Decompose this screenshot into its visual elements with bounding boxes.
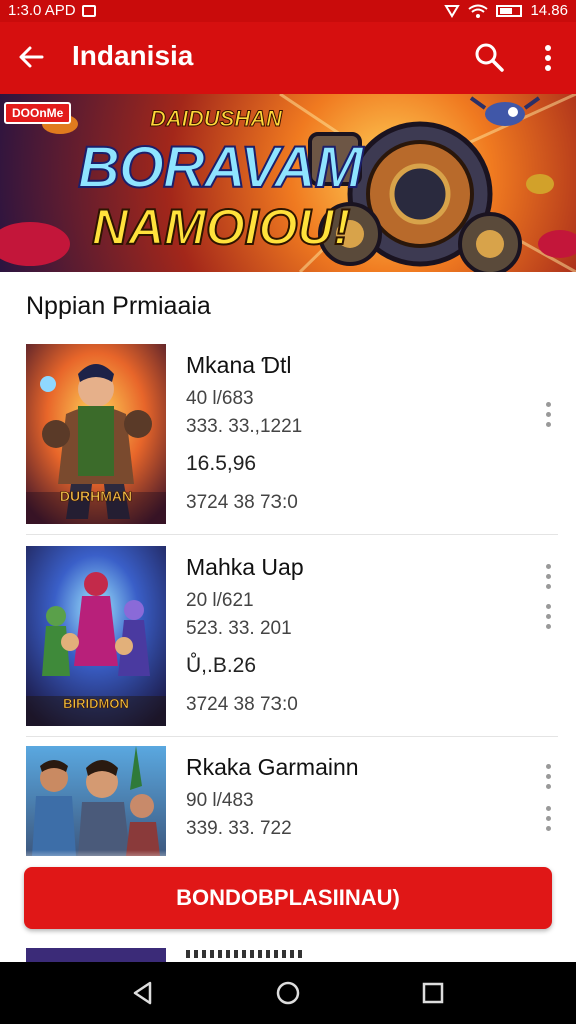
system-nav-bar xyxy=(0,962,576,1024)
divider xyxy=(26,534,558,535)
item-meta-1: 40 l/683 xyxy=(186,388,254,409)
vpn-icon xyxy=(444,4,461,18)
wifi-icon xyxy=(468,4,489,18)
item-meta-3: 16.5,96 xyxy=(186,452,257,475)
status-battery-text: 14.86 xyxy=(530,2,568,19)
item-more-icon[interactable] xyxy=(544,402,552,432)
game-thumbnail: BIRIDMON xyxy=(26,546,166,726)
item-more-icon[interactable] xyxy=(544,604,552,634)
battery-icon xyxy=(496,4,523,17)
app-bar: Indanisia xyxy=(0,22,576,94)
item-name: Mahka Uap xyxy=(186,554,304,580)
item-name: Rkaka Garmainn xyxy=(186,754,359,780)
item-meta-2: 339. 33. 722 xyxy=(186,818,292,839)
nav-back-icon[interactable] xyxy=(128,978,158,1008)
item-name: Mkana Ɗtl xyxy=(186,352,292,378)
search-icon[interactable] xyxy=(472,40,506,74)
item-meta-4: 3724 38 7З:0 xyxy=(186,694,298,715)
item-meta-4: 3724 38 7З:0 xyxy=(186,492,298,513)
page-title: Indanisia xyxy=(72,40,194,71)
banner-tag: DOOnMe xyxy=(4,102,72,124)
item-more-icon[interactable] xyxy=(544,564,552,594)
status-bar: 1:3.0 APD 14.86 xyxy=(0,0,576,22)
thumbnail-caption: DURHMAN xyxy=(59,488,133,505)
item-meta-3: Ů,.B.26 xyxy=(186,654,257,677)
item-more-icon[interactable] xyxy=(544,806,552,836)
thumbnail-caption: BIRIDMON xyxy=(63,696,129,712)
list-item[interactable]: BIRIDMON Mahka Uap 20 l/621 523. 33. 201… xyxy=(26,546,556,726)
promo-banner[interactable]: DOOnMe DAIDUSHAN BORAVAM NAMOIOU! xyxy=(0,94,576,272)
image-notification-icon xyxy=(81,4,96,17)
section-title: Nppian Prmiaaia xyxy=(26,292,211,320)
list-item[interactable]: DURHMAN Mkana Ɗtl 40 l/683 333. 33.,1221… xyxy=(26,344,556,524)
next-item-text-peek xyxy=(186,950,306,958)
status-time: 1:3.0 APD xyxy=(8,2,76,19)
game-thumbnail xyxy=(26,746,166,856)
item-meta-1: 90 l/483 xyxy=(186,790,254,811)
banner-line-3: NAMOIOU! xyxy=(91,198,351,256)
banner-line-2: BORAVAM xyxy=(77,134,364,201)
next-item-thumbnail-peek xyxy=(26,948,166,962)
item-more-icon[interactable] xyxy=(544,764,552,794)
nav-home-icon[interactable] xyxy=(273,978,303,1008)
banner-line-1: DAIDUSHAN xyxy=(150,106,283,132)
primary-action-button[interactable]: BONDOBPLASIINAU) xyxy=(24,867,552,929)
item-meta-2: 333. 33.,1221 xyxy=(186,416,303,437)
item-meta-2: 523. 33. 201 xyxy=(186,618,292,639)
item-meta-1: 20 l/621 xyxy=(186,590,254,611)
divider xyxy=(26,736,558,737)
back-arrow-icon[interactable] xyxy=(16,42,46,72)
list-item[interactable]: Rkaka Garmainn 90 l/483 339. 33. 722 xyxy=(26,746,556,856)
more-vert-icon[interactable] xyxy=(536,42,560,74)
nav-recents-icon[interactable] xyxy=(418,978,448,1008)
game-thumbnail: DURHMAN xyxy=(26,344,166,524)
